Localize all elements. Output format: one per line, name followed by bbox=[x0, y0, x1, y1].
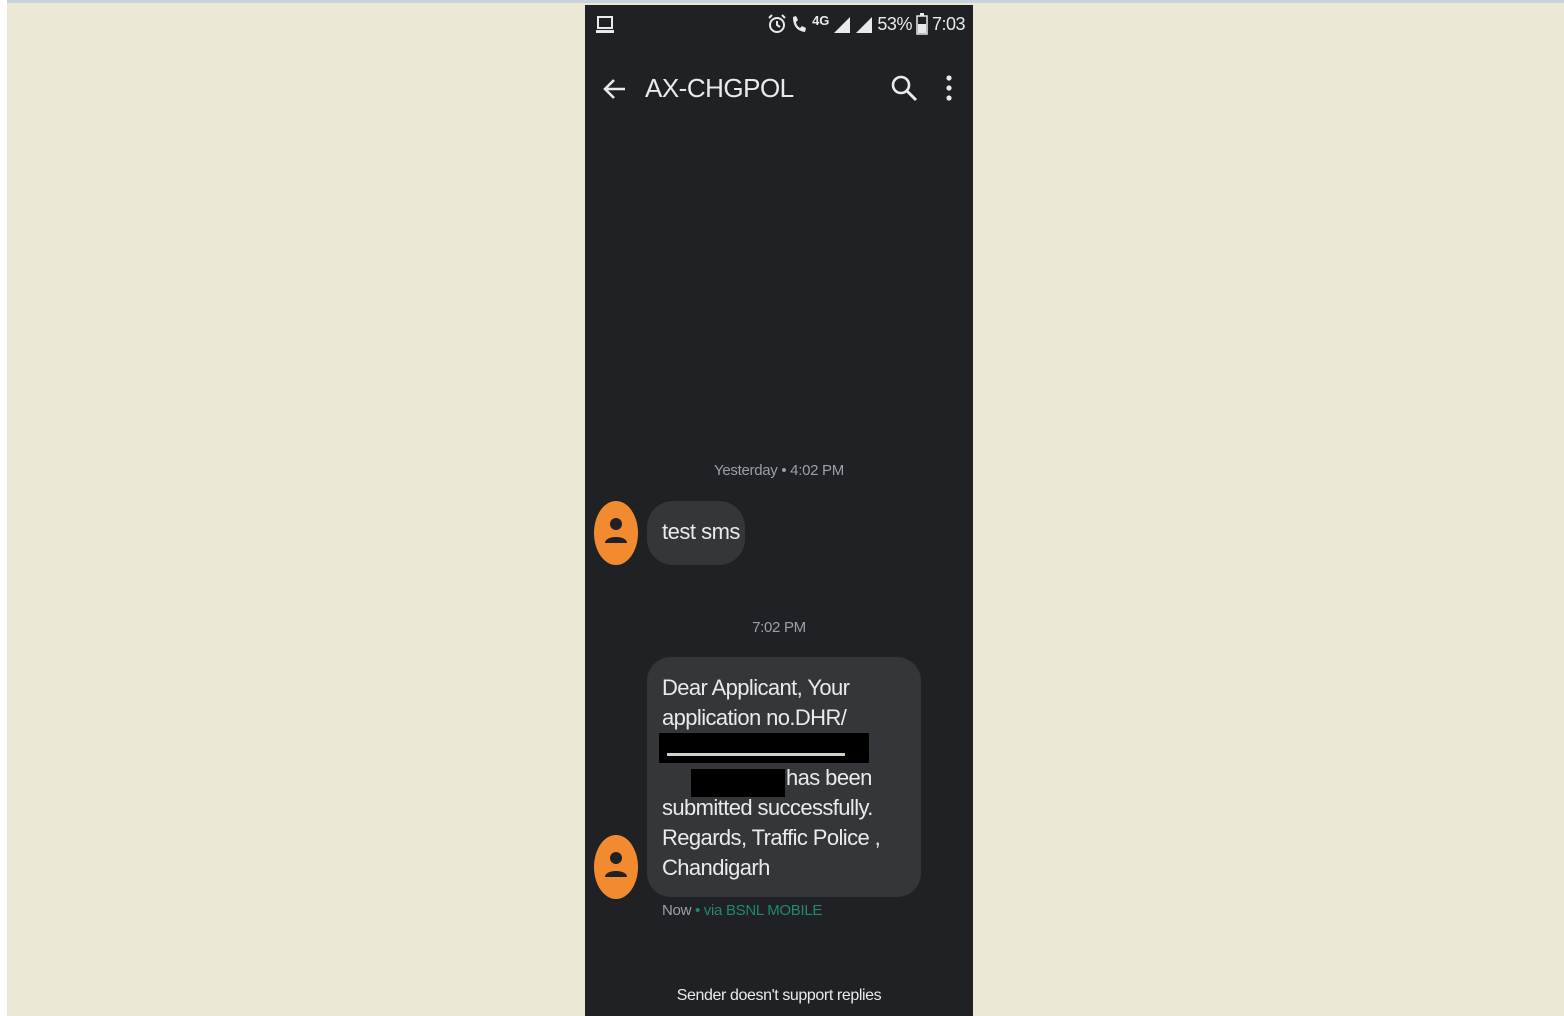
redacted-remnant bbox=[667, 753, 845, 756]
message-timestamp: Yesterday • 4:02 PM bbox=[714, 462, 844, 479]
window-left-border bbox=[0, 0, 7, 1016]
page: 4G 53% 7:03 AX-CHGPOL Yesterday • 4:02 P… bbox=[0, 0, 1564, 1016]
message-line: Regards, Traffic Police , bbox=[662, 825, 881, 850]
search-icon[interactable] bbox=[889, 73, 919, 103]
message-status-time: Now bbox=[662, 902, 692, 919]
message-line: submitted successfully. bbox=[662, 795, 873, 820]
contact-avatar-icon[interactable] bbox=[594, 501, 638, 565]
status-icons: 4G 53% 7:03 bbox=[768, 12, 966, 35]
reply-disabled-note: Sender doesn't support replies bbox=[676, 987, 882, 1004]
conversation-title: AX-CHGPOL bbox=[645, 73, 794, 103]
call-icon bbox=[790, 14, 808, 34]
message-timestamp: 7:02 PM bbox=[752, 619, 806, 636]
signal-icon bbox=[855, 14, 873, 34]
message-meta: Now • via BSNL MOBILE bbox=[662, 902, 822, 919]
message-line: Chandigarh bbox=[662, 855, 770, 880]
phone-screen: 4G 53% 7:03 AX-CHGPOL Yesterday • 4:02 P… bbox=[585, 5, 973, 1016]
status-bar: 4G 53% 7:03 bbox=[585, 5, 973, 45]
window-top-border bbox=[0, 0, 1564, 3]
contact-avatar-icon[interactable] bbox=[594, 835, 638, 899]
signal-icon bbox=[833, 14, 851, 34]
message-text: test sms bbox=[662, 519, 740, 544]
battery-icon bbox=[916, 13, 928, 35]
more-vertical-icon[interactable] bbox=[937, 73, 961, 105]
message-carrier: • via BSNL MOBILE bbox=[691, 902, 823, 919]
message-line: Dear Applicant, Your bbox=[662, 675, 850, 700]
app-bar: AX-CHGPOL bbox=[585, 61, 973, 117]
back-arrow-icon[interactable] bbox=[601, 75, 629, 103]
battery-percent: 53% bbox=[877, 13, 912, 34]
message-line: application no.DHR/ bbox=[662, 705, 847, 730]
alarm-icon bbox=[768, 14, 786, 34]
redacted-text bbox=[659, 733, 869, 763]
screen-mirror-icon bbox=[595, 15, 615, 40]
redacted-text bbox=[691, 769, 785, 797]
network-type: 4G bbox=[812, 12, 830, 28]
message-line: has been bbox=[786, 765, 872, 790]
status-time: 7:03 bbox=[931, 13, 966, 34]
message-bubble[interactable]: Dear Applicant, Your application no.DHR/… bbox=[647, 657, 921, 897]
message-bubble[interactable]: test sms bbox=[647, 501, 745, 565]
